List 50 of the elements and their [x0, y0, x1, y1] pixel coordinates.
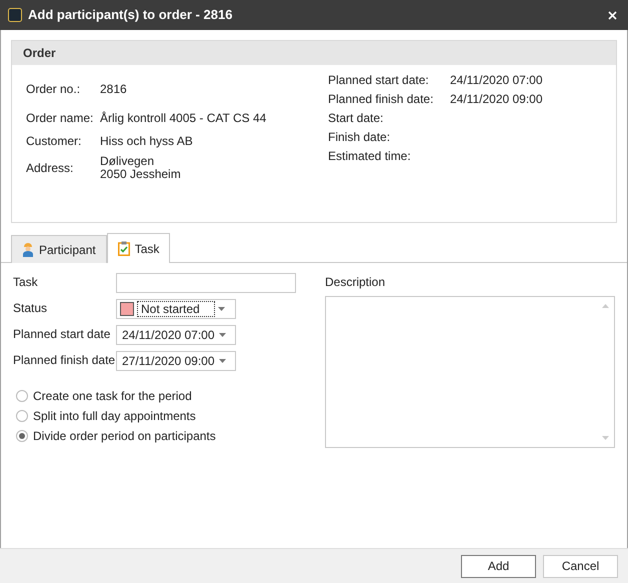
app-icon	[8, 8, 22, 22]
field-label: Start date:	[328, 110, 384, 127]
clipboard-icon	[118, 241, 130, 256]
radio-button[interactable]	[16, 430, 28, 442]
radio-button[interactable]	[16, 410, 28, 422]
tab[interactable]: Task	[106, 233, 170, 263]
field-label: Finish date:	[328, 129, 392, 146]
dropdown-caret-icon	[219, 333, 226, 337]
field-value: 2816	[100, 82, 127, 96]
field-value: 24/11/2020 09:00	[450, 91, 543, 108]
field-value: Dølivegen	[100, 155, 156, 168]
field-label: Estimated time:	[328, 148, 412, 165]
field-value: Årlig kontroll 4005 - CAT CS 44	[100, 112, 266, 124]
field-label: Planned finish date	[13, 352, 116, 369]
field-label: Planned finish date:	[328, 91, 434, 108]
dialog-button[interactable]: Cancel	[543, 554, 618, 578]
field-label: Order no.:	[26, 81, 82, 98]
window-title: Add participant(s) to order - 2816	[28, 6, 232, 24]
field-label: Order name:	[26, 110, 94, 127]
date-picker[interactable]: 27/11/2020 09:00	[116, 351, 236, 371]
status-dropdown[interactable]: Not started	[116, 299, 236, 319]
radio-option[interactable]: Create one task for the period	[16, 389, 325, 403]
dropdown-caret-icon	[218, 307, 226, 311]
scroll-down-icon	[602, 436, 609, 440]
field-label: Status	[13, 300, 48, 317]
field-label: Description	[325, 274, 386, 291]
close-icon	[608, 10, 616, 20]
field-label: Task	[13, 274, 39, 291]
tab[interactable]: Participant	[11, 235, 107, 263]
date-value: 27/11/2020 09:00	[122, 353, 215, 370]
field-label: Planned start date:	[328, 72, 430, 89]
radio-option[interactable]: Split into full day appointments	[16, 409, 325, 423]
worker-icon	[22, 242, 34, 257]
dialog-button[interactable]: Add	[461, 554, 536, 578]
status-value: Not started	[137, 301, 216, 317]
field-value: 2050 Jessheim	[100, 168, 181, 181]
date-value: 24/11/2020 07:00	[122, 327, 215, 344]
task-field[interactable]	[116, 273, 296, 293]
field-label: Customer:	[26, 133, 82, 150]
field-value: Hiss och hyss AB	[100, 134, 193, 148]
field-label: Planned start date	[13, 326, 112, 343]
dropdown-caret-icon	[219, 359, 226, 363]
radio-option[interactable]: Divide order period on participants	[16, 429, 325, 443]
description-field[interactable]	[325, 296, 615, 448]
date-picker[interactable]: 24/11/2020 07:00	[116, 325, 236, 345]
panel-title: Order	[23, 45, 56, 62]
radio-button[interactable]	[16, 390, 28, 402]
field-label: Address:	[26, 160, 74, 177]
scroll-up-icon	[602, 304, 609, 308]
field-value: 24/11/2020 07:00	[450, 72, 543, 89]
